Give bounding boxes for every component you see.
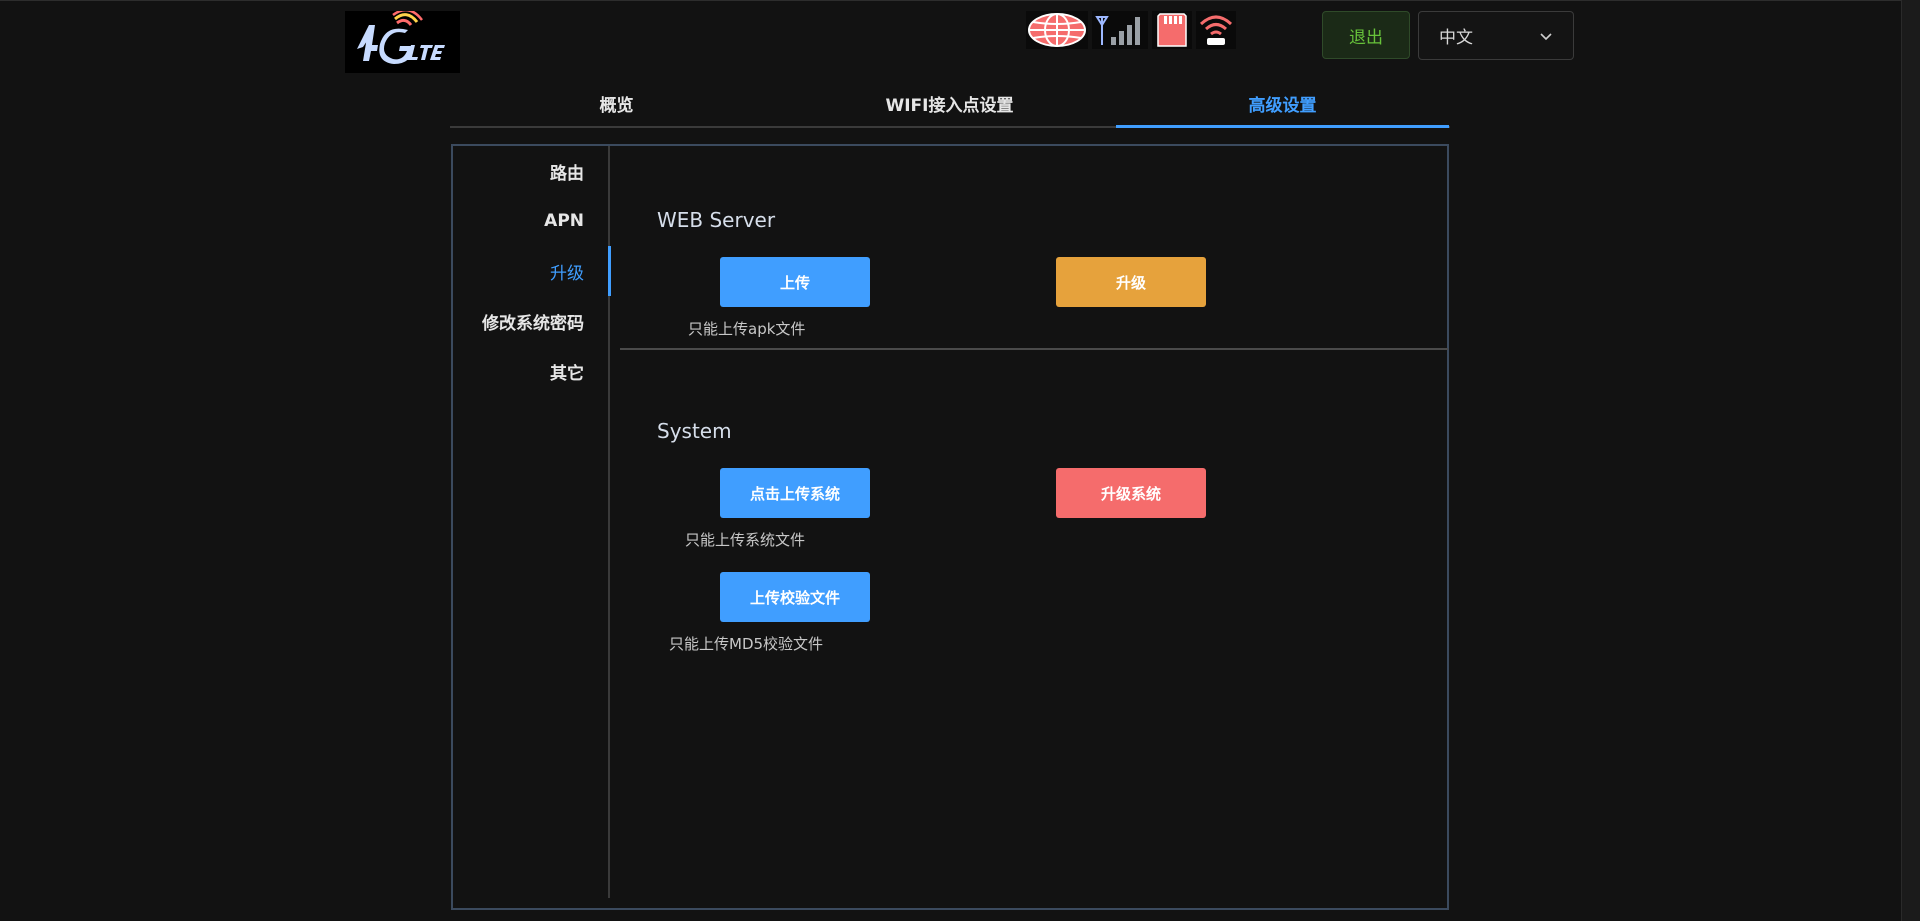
wifi-hotspot-icon (1196, 11, 1236, 49)
upload-checksum-button[interactable]: 上传校验文件 (720, 572, 870, 622)
logout-button[interactable]: 退出 (1322, 11, 1410, 59)
signal-strength-icon (1092, 11, 1148, 49)
upload-system-button[interactable]: 点击上传系统 (720, 468, 870, 518)
tab-overview[interactable]: 概览 (450, 80, 783, 126)
sidebar-item-route[interactable]: 路由 (453, 146, 608, 196)
sd-card-icon (1152, 11, 1192, 49)
tab-advanced-settings[interactable]: 高级设置 (1116, 80, 1449, 128)
sidebar-item-apn[interactable]: APN (453, 196, 608, 246)
globe-icon (1026, 11, 1088, 49)
upload-system-hint: 只能上传系统文件 (685, 531, 806, 549)
upgrade-system-button[interactable]: 升级系统 (1056, 468, 1206, 518)
section-divider (620, 348, 1448, 350)
upload-apk-button[interactable]: 上传 (720, 257, 870, 307)
upload-checksum-hint: 只能上传MD5校验文件 (669, 635, 824, 653)
sidebar-item-change-password[interactable]: 修改系统密码 (453, 296, 608, 346)
web-server-title: WEB Server (657, 208, 776, 232)
settings-panel: 路由 APN 升级 修改系统密码 其它 WEB Server 上传 升级 只能上… (451, 144, 1449, 910)
upload-apk-hint: 只能上传apk文件 (688, 320, 806, 338)
side-menu: 路由 APN 升级 修改系统密码 其它 (453, 146, 611, 898)
scrollbar-track[interactable] (1901, 0, 1920, 921)
sidebar-item-other[interactable]: 其它 (453, 346, 608, 396)
chevron-down-icon (1540, 32, 1552, 40)
window-top-edge (0, 0, 1920, 1)
tab-wifi-ap-settings[interactable]: WIFI接入点设置 (783, 80, 1116, 126)
system-title: System (657, 419, 732, 443)
sidebar-item-upgrade[interactable]: 升级 (453, 246, 611, 296)
upgrade-button[interactable]: 升级 (1056, 257, 1206, 307)
language-selected-value: 中文 (1439, 28, 1473, 48)
main-tabs: 概览 WIFI接入点设置 高级设置 (450, 80, 1450, 128)
4g-lte-logo (345, 11, 460, 73)
language-select[interactable]: 中文 (1418, 11, 1574, 60)
status-icon-bar (1026, 11, 1236, 49)
